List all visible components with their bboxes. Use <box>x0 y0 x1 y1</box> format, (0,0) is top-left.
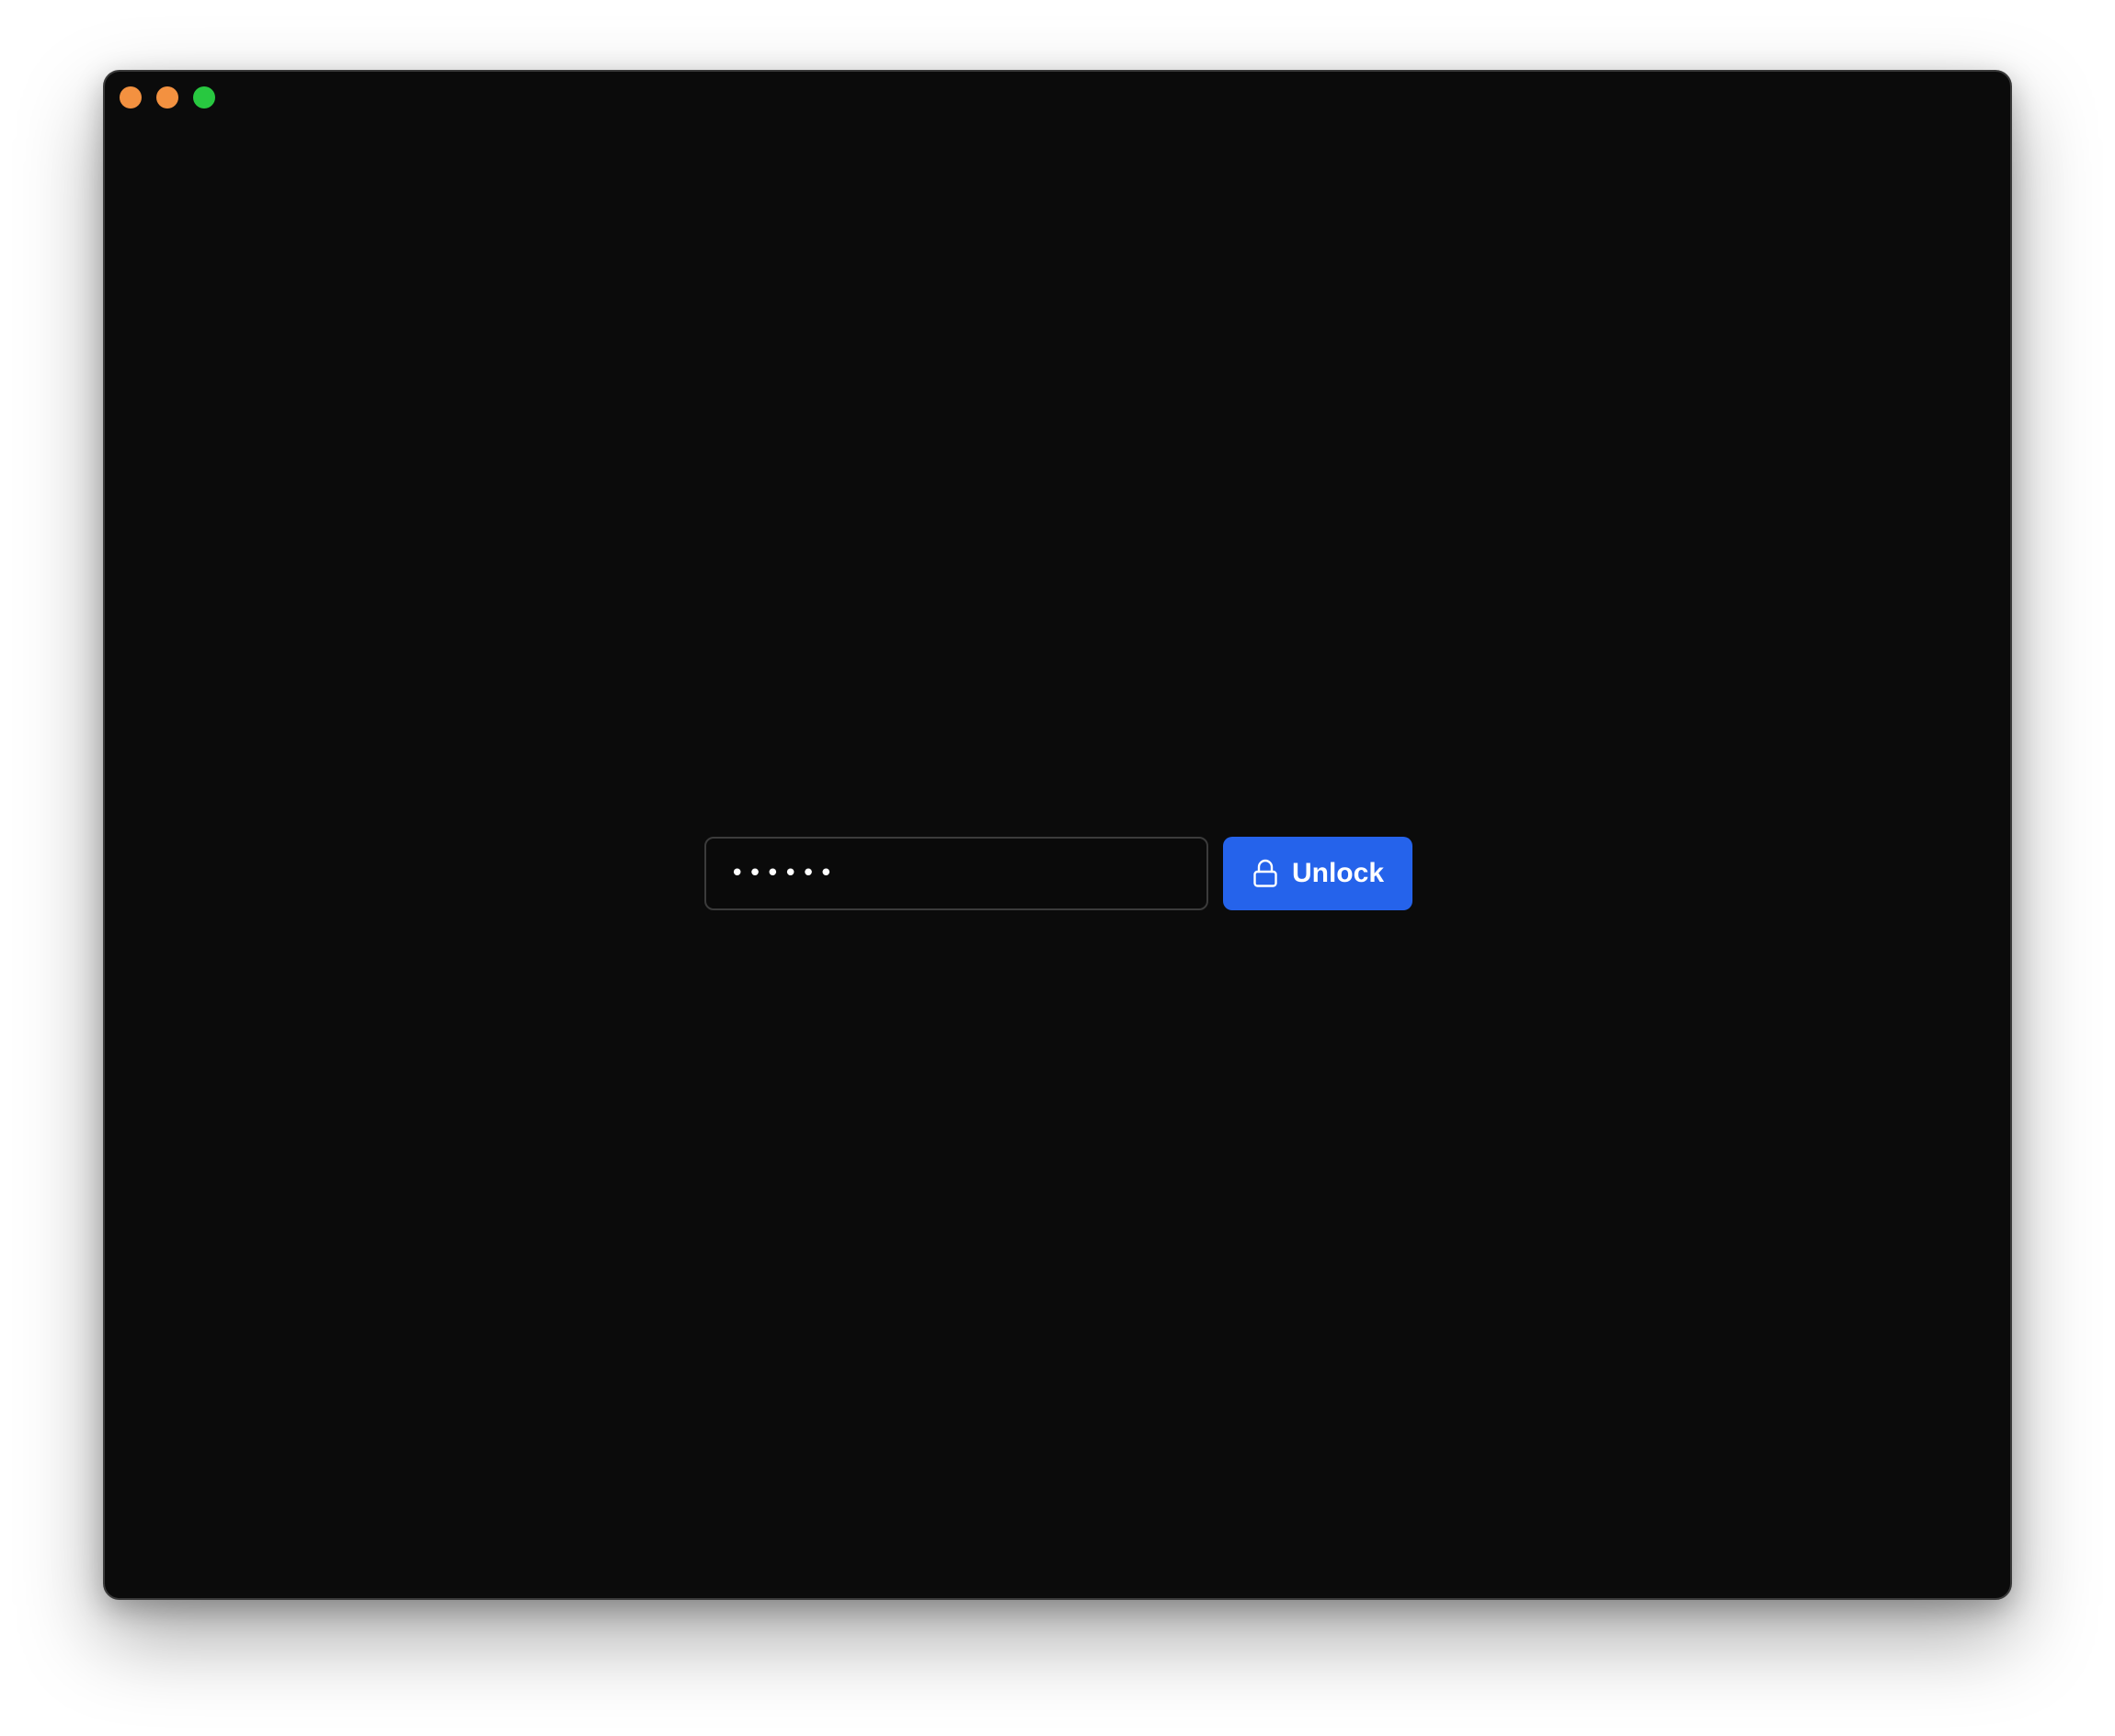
lock-icon <box>1253 859 1277 887</box>
unlock-button[interactable]: Unlock <box>1223 837 1412 910</box>
password-field[interactable]: •••••• <box>704 837 1208 910</box>
minimize-window-button[interactable] <box>156 86 178 108</box>
app-window: •••••• Unlock <box>103 70 2012 1600</box>
window-controls <box>120 86 215 108</box>
unlock-form: •••••• Unlock <box>704 837 1412 910</box>
close-window-button[interactable] <box>120 86 142 108</box>
zoom-window-button[interactable] <box>193 86 215 108</box>
unlock-button-label: Unlock <box>1291 858 1385 888</box>
